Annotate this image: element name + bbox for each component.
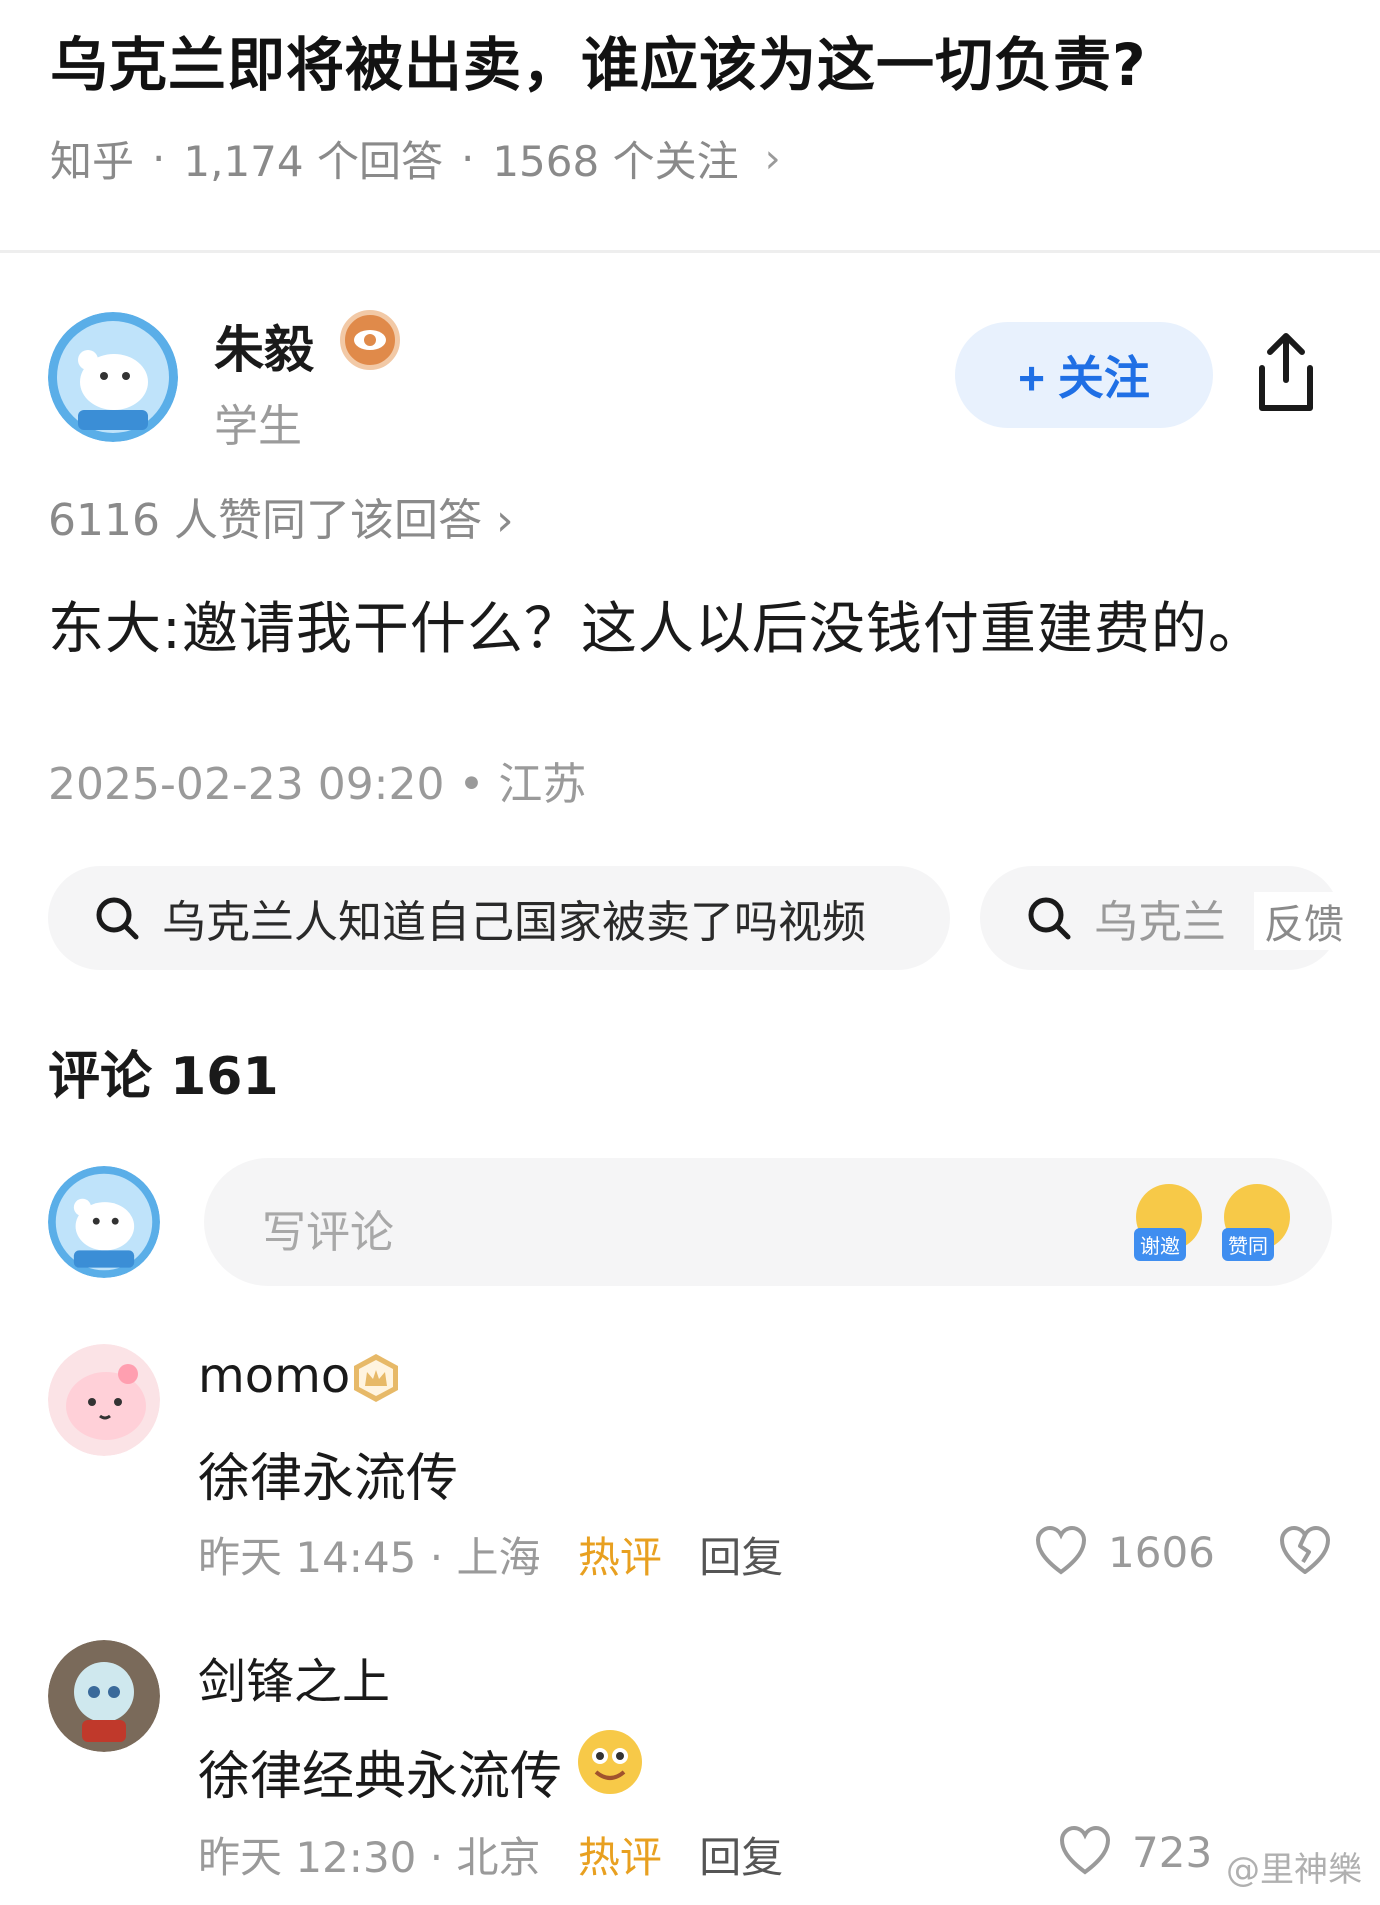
like-count: 723 <box>1132 1828 1213 1877</box>
emoji-tag: 谢邀 <box>1134 1228 1186 1261</box>
my-avatar[interactable] <box>48 1166 160 1278</box>
chevron-right-icon: › <box>764 135 781 182</box>
comment-input-placeholder: 写评论 <box>262 1207 394 1258</box>
comments-header: 评论 161 <box>48 1047 279 1107</box>
reply-button[interactable]: 回复 <box>699 1833 783 1882</box>
question-meta[interactable]: 知乎 · 1,174 个回答 · 1568 个关注 › <box>50 128 781 189</box>
source-label: 知乎 <box>50 137 135 186</box>
thanks-invite-emoji-button[interactable]: 谢邀 <box>1134 1184 1204 1270</box>
meta-separator: · <box>152 134 166 183</box>
related-search-chip[interactable]: 乌克兰人知道自己国家被卖了吗视频 <box>48 866 950 970</box>
watermark: @里神樂 <box>1226 1850 1362 1890</box>
comment-time: 昨天 14:45 <box>198 1533 417 1582</box>
heart-icon[interactable] <box>1034 1524 1088 1578</box>
eye-badge-icon <box>340 310 400 370</box>
commenter-avatar[interactable] <box>48 1640 160 1752</box>
section-divider <box>0 250 1380 253</box>
related-search-label: 乌克兰 <box>1094 897 1226 948</box>
comment-meta: 昨天 14:45 · 上海 热评 回复 <box>198 1524 783 1585</box>
question-title[interactable]: 乌克兰即将被出卖，谁应该为这一切负责? <box>50 18 1147 102</box>
author-name[interactable]: 朱毅 <box>214 310 314 382</box>
crown-badge-icon <box>350 1352 402 1404</box>
commenter-name[interactable]: momo <box>198 1348 350 1404</box>
answer-count: 1,174 个回答 <box>183 137 443 186</box>
search-icon <box>1028 897 1071 940</box>
meta-separator: · <box>429 1833 457 1882</box>
comment-text: 徐律经典永流传 <box>198 1734 562 1809</box>
hot-comment-badge: 热评 <box>577 1833 662 1882</box>
agree-emoji-button[interactable]: 赞同 <box>1222 1184 1292 1270</box>
follower-count: 1568 个关注 <box>492 137 739 186</box>
search-icon <box>96 897 139 940</box>
commenter-avatar[interactable] <box>48 1344 160 1456</box>
heart-icon[interactable] <box>1058 1824 1112 1878</box>
comment-text-body: 徐律经典永流传 <box>198 1747 563 1807</box>
follow-button[interactable]: + 关注 <box>955 322 1213 428</box>
answer-content: 东大:邀请我干什么？这人以后没钱付重建费的。 <box>48 597 1265 662</box>
reply-button[interactable]: 回复 <box>699 1533 783 1582</box>
comment-meta: 昨天 12:30 · 北京 热评 回复 <box>198 1824 783 1885</box>
meta-separator: · <box>460 134 475 183</box>
comment-text: 徐律永流传 <box>198 1449 459 1509</box>
author-avatar[interactable] <box>48 312 178 442</box>
feedback-link[interactable]: 反馈 <box>1254 892 1344 950</box>
share-icon[interactable] <box>1248 330 1324 416</box>
agree-count[interactable]: 6116 人赞同了该回答 › <box>48 484 514 548</box>
comment-location: 北京 <box>456 1833 541 1882</box>
comment-time: 昨天 12:30 <box>198 1833 417 1882</box>
author-title: 学生 <box>214 401 302 452</box>
related-search-label: 乌克兰人知道自己国家被卖了吗视频 <box>162 897 866 948</box>
grin-emoji-icon <box>576 1728 644 1796</box>
broken-heart-icon[interactable] <box>1278 1524 1332 1578</box>
hot-comment-badge: 热评 <box>577 1533 662 1582</box>
comment-location: 上海 <box>456 1533 541 1582</box>
like-count: 1606 <box>1108 1528 1215 1577</box>
answer-date-location: 2025-02-23 09:20 • 江苏 <box>48 759 587 810</box>
emoji-tag: 赞同 <box>1222 1228 1274 1261</box>
commenter-name[interactable]: 剑锋之上 <box>198 1642 390 1712</box>
meta-separator: · <box>429 1533 457 1582</box>
